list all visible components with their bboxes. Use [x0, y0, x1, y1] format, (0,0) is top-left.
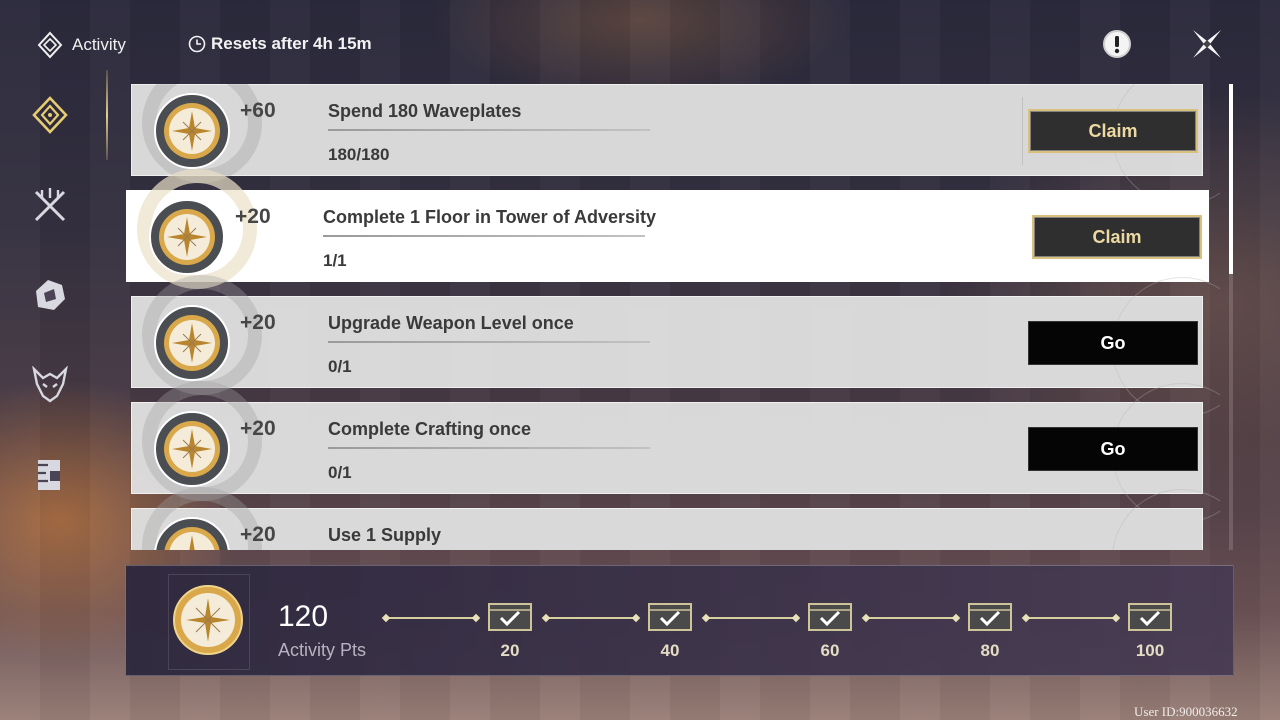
- go-button[interactable]: Go: [1028, 321, 1198, 365]
- go-button[interactable]: Go: [1028, 427, 1198, 471]
- close-icon[interactable]: [1187, 24, 1227, 64]
- compass-medal-icon: [154, 411, 230, 487]
- top-bar: Activity Resets after 4h 15m: [0, 0, 1280, 84]
- info-button[interactable]: [1102, 29, 1132, 59]
- sidebar: [0, 70, 110, 550]
- compass-medal-icon: [154, 93, 230, 169]
- task-row: +20 Use 1 Supply: [131, 487, 1220, 550]
- sidebar-item-boss[interactable]: [30, 365, 70, 405]
- sidebar-item-echo[interactable]: [30, 275, 70, 315]
- user-id: User ID:900036632: [1134, 704, 1238, 719]
- task-row: +20 Complete 1 Floor in Tower of Adversi…: [126, 169, 1209, 289]
- task-divider: [328, 447, 650, 449]
- reset-text: Resets after 4h 15m: [211, 34, 372, 53]
- task-title: Spend 180 Waveplates: [328, 101, 522, 121]
- task-title: Complete Crafting once: [328, 419, 532, 439]
- task-progress: 1/1: [323, 251, 347, 270]
- task-row: +20 Upgrade Weapon Level once 0/1 Go: [131, 275, 1220, 417]
- progress-track-segment: [386, 617, 476, 619]
- activity-points-bar: 120 Activity Pts 20 40 60 80 100: [125, 565, 1234, 676]
- scrollbar[interactable]: [1229, 84, 1233, 550]
- sidebar-item-combat[interactable]: [30, 186, 70, 226]
- claim-button[interactable]: Claim: [1028, 109, 1198, 153]
- task-points: +20: [240, 523, 276, 546]
- task-title: Upgrade Weapon Level once: [328, 313, 574, 333]
- reward-chest-claimed-icon[interactable]: [1127, 598, 1173, 632]
- activity-points-total: 120: [278, 600, 329, 633]
- crossed-swords-icon: [34, 188, 66, 222]
- task-divider: [323, 235, 645, 237]
- milestone-label: 80: [980, 641, 1000, 660]
- claim-button[interactable]: Claim: [1032, 215, 1202, 259]
- sidebar-item-activity[interactable]: [30, 95, 70, 135]
- section-title: Activity: [72, 35, 126, 54]
- task-row: +60 Spend 180 Waveplates 180/180 Claim: [131, 84, 1220, 205]
- door-icon: [38, 460, 60, 490]
- clock-icon: [188, 35, 206, 53]
- task-list[interactable]: +60 Spend 180 Waveplates 180/180 Claim +…: [120, 84, 1220, 550]
- compass-medal-icon: [149, 199, 225, 275]
- scrollbar-thumb[interactable]: [1229, 84, 1233, 274]
- demon-mask-icon: [32, 366, 68, 403]
- task-points: +60: [240, 99, 276, 122]
- sidebar-active-indicator: [106, 70, 108, 160]
- task-title: Use 1 Supply: [328, 525, 442, 545]
- shard-icon: [36, 280, 65, 310]
- task-row: +20 Complete Crafting once 0/1 Go: [131, 381, 1220, 523]
- button-separator: [1022, 97, 1023, 165]
- activity-diamond-icon: [32, 96, 68, 134]
- activity-points-label: Activity Pts: [278, 640, 367, 660]
- progress-track-segment: [546, 617, 636, 619]
- task-points: +20: [240, 417, 276, 440]
- activity-diamond-icon: [37, 31, 63, 59]
- task-progress: 180/180: [328, 145, 390, 164]
- progress-track-segment: [866, 617, 956, 619]
- reward-chest-claimed-icon[interactable]: [807, 598, 853, 632]
- task-points: +20: [240, 311, 276, 334]
- reset-timer: Resets after 4h 15m: [188, 34, 372, 54]
- milestone-label: 100: [1135, 641, 1165, 660]
- section-breadcrumb: Activity: [36, 31, 126, 59]
- milestone-label: 20: [500, 641, 520, 660]
- task-points: +20: [235, 205, 271, 228]
- task-progress: 0/1: [328, 463, 352, 482]
- task-divider: [328, 341, 650, 343]
- task-divider: [328, 129, 650, 131]
- reward-chest-claimed-icon[interactable]: [647, 598, 693, 632]
- compass-medal-icon: [154, 517, 230, 550]
- reward-chest-claimed-icon[interactable]: [967, 598, 1013, 632]
- milestone-label: 40: [660, 641, 680, 660]
- compass-medal-icon: [173, 585, 243, 655]
- compass-medal-icon: [154, 305, 230, 381]
- milestone-label: 60: [820, 641, 840, 660]
- progress-track-segment: [706, 617, 796, 619]
- reward-chest-claimed-icon[interactable]: [487, 598, 533, 632]
- sidebar-item-records[interactable]: [30, 455, 70, 495]
- task-progress: 0/1: [328, 357, 352, 376]
- task-title: Complete 1 Floor in Tower of Adversity: [323, 207, 657, 227]
- progress-track-segment: [1026, 617, 1116, 619]
